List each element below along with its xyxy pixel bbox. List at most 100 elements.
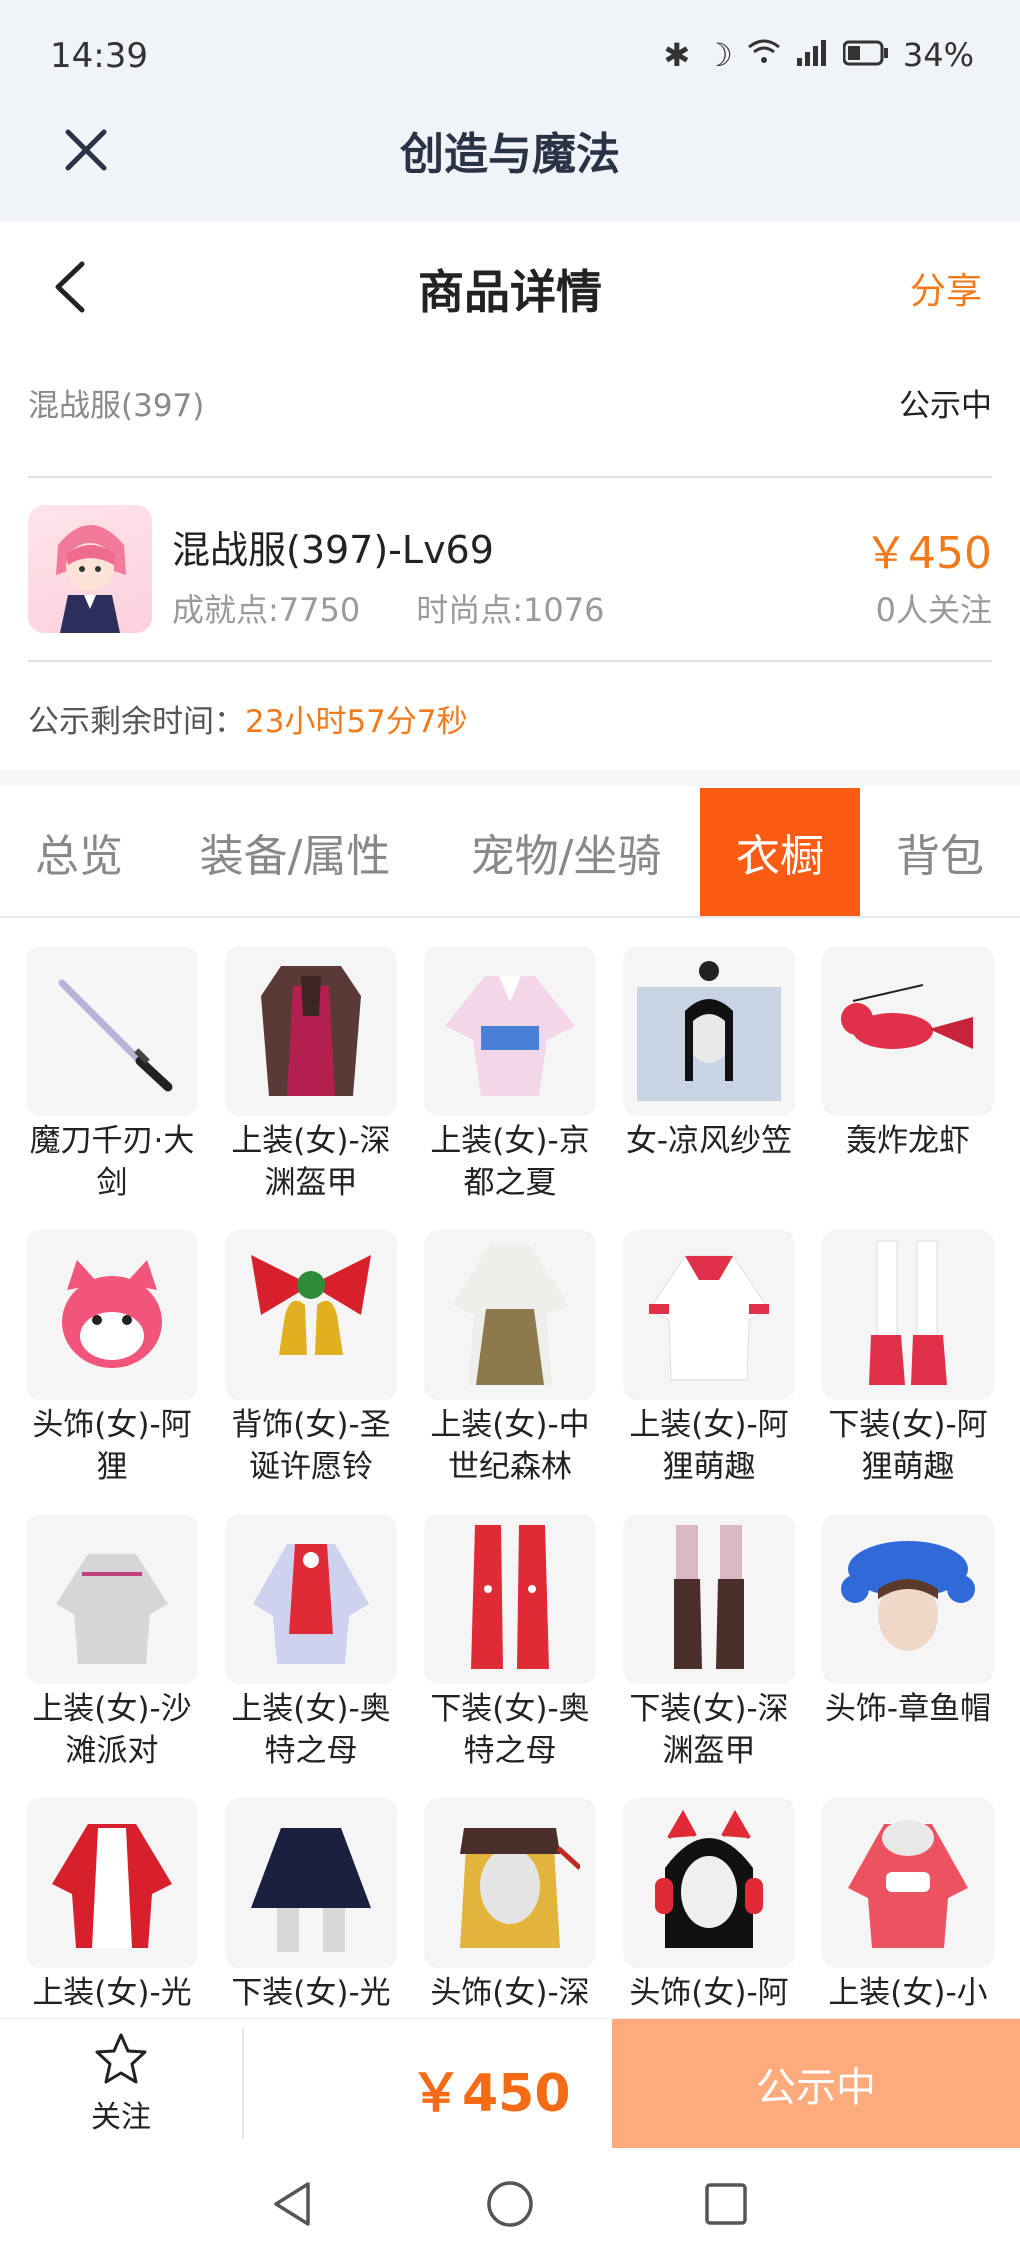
list-item[interactable]: 上装(女)-光: [26, 1798, 198, 2020]
item-label: 魔刀千刃·大剑: [29, 1123, 195, 1201]
sword-icon: [26, 946, 198, 1116]
tab-backpack[interactable]: 背包: [860, 788, 1020, 916]
character-stats: 成就点:7750 时尚点:1076: [172, 585, 604, 631]
list-item[interactable]: 上装(女)-小: [822, 1798, 994, 2020]
character-avatar: [28, 505, 152, 633]
countdown-label: 公示剩余时间：: [28, 704, 245, 740]
fashion-points: 时尚点:1076: [416, 591, 605, 629]
character-price: ￥450: [864, 528, 992, 579]
list-item[interactable]: 背饰(女)-圣诞许愿铃: [225, 1230, 397, 1485]
tab-equipment[interactable]: 装备/属性: [158, 788, 432, 916]
item-label: 轰炸龙虾: [846, 1123, 970, 1159]
status-time: 14:39: [50, 36, 148, 76]
list-item[interactable]: 下装(女)-光: [225, 1798, 397, 2020]
system-nav-bar: [0, 2148, 1020, 2255]
item-label: 上装(女)-深渊盔甲: [231, 1123, 391, 1201]
moon-icon: ☽: [704, 36, 733, 74]
tab-bar: 总览 装备/属性 宠物/坐骑 衣橱 背包: [0, 788, 1020, 918]
list-item[interactable]: 头饰(女)-阿: [623, 1798, 795, 2020]
list-item[interactable]: 上装(女)-阿狸萌趣: [623, 1230, 795, 1485]
bluetooth-icon: ✱: [663, 36, 691, 74]
app-title: 创造与魔法: [400, 129, 620, 180]
skirt-icon: [225, 1798, 397, 1968]
list-item[interactable]: 魔刀千刃·大剑: [26, 946, 198, 1201]
suit-top-icon: [225, 1514, 397, 1684]
wardrobe-grid: 魔刀千刃·大剑 上装(女)-深渊盔甲 上装(女)-京都之夏 女-凉风纱笠 轰炸龙…: [26, 946, 1002, 2020]
list-item[interactable]: 上装(女)-京都之夏: [424, 946, 596, 1201]
item-label: 上装(女)-京都之夏: [430, 1123, 590, 1201]
divider: [28, 660, 992, 662]
list-item[interactable]: 女-凉风纱笠: [623, 946, 795, 1200]
back-triangle-icon[interactable]: [266, 2176, 322, 2232]
item-label: 头饰(女)-阿: [629, 1975, 789, 2011]
item-label: 头饰(女)-阿狸: [32, 1407, 192, 1485]
signal-icon: [795, 36, 829, 74]
follow-button[interactable]: 关注: [0, 2019, 242, 2149]
battery-icon: [842, 36, 889, 74]
fox-head-icon: [26, 1230, 198, 1400]
jacket-icon: [623, 1230, 795, 1400]
list-item[interactable]: 上装(女)-沙滩派对: [26, 1514, 198, 1769]
achievement-points: 成就点:7750: [172, 591, 361, 629]
item-label: 头饰(女)-深: [430, 1975, 590, 2011]
status-icons: ✱ ☽ 34%: [663, 36, 974, 74]
blonde-hair-icon: [424, 1798, 596, 1968]
battery-percent: 34%: [902, 36, 974, 74]
server-status: 公示中: [899, 388, 992, 424]
item-label: 上装(女)-奥特之母: [231, 1691, 391, 1769]
item-label: 上装(女)-光: [32, 1975, 192, 2011]
list-item[interactable]: 头饰(女)-阿狸: [26, 1230, 198, 1485]
list-item[interactable]: 下装(女)-奥特之母: [424, 1514, 596, 1769]
item-label: 下装(女)-深渊盔甲: [629, 1691, 789, 1769]
countdown-value: 23小时57分7秒: [245, 704, 468, 740]
list-item[interactable]: 下装(女)-阿狸萌趣: [822, 1230, 994, 1485]
page-title: 商品详情: [418, 265, 602, 319]
server-name: 混战服(397): [28, 388, 205, 424]
star-icon: [93, 2032, 149, 2090]
bell-icon: [225, 1230, 397, 1400]
tab-overview[interactable]: 总览: [0, 788, 158, 916]
wifi-icon: [747, 36, 781, 74]
item-label: 下装(女)-光: [231, 1975, 391, 2011]
bottom-bar: 关注 ￥450 公示中: [0, 2018, 1020, 2149]
lobster-icon: [822, 946, 994, 1116]
top-icon: [26, 1514, 198, 1684]
octopus-hat-icon: [822, 1514, 994, 1684]
item-label: 背饰(女)-圣诞许愿铃: [231, 1407, 391, 1485]
list-item[interactable]: 上装(女)-奥特之母: [225, 1514, 397, 1769]
list-item[interactable]: 上装(女)-深渊盔甲: [225, 946, 397, 1201]
home-circle-icon[interactable]: [482, 2176, 538, 2232]
character-card[interactable]: 混战服(397)-Lv69 成就点:7750 时尚点:1076 ￥450 0人关…: [28, 505, 992, 633]
page-header: 商品详情 分享: [0, 222, 1020, 352]
boots-icon: [822, 1230, 994, 1400]
follower-count: 0人关注: [875, 591, 992, 629]
divider: [242, 2027, 244, 2139]
divider: [28, 476, 992, 478]
list-item[interactable]: 头饰-章鱼帽: [822, 1514, 994, 1768]
list-item[interactable]: 头饰(女)-深: [424, 1798, 596, 2020]
share-button[interactable]: 分享: [910, 262, 982, 314]
veil-hat-icon: [623, 946, 795, 1116]
tab-wardrobe[interactable]: 衣橱: [700, 788, 860, 916]
public-status-button[interactable]: 公示中: [612, 2019, 1020, 2149]
hoodie-icon: [822, 1798, 994, 1968]
server-row: 混战服(397) 公示中: [28, 380, 992, 425]
recents-square-icon[interactable]: [698, 2176, 754, 2232]
follow-label: 关注: [91, 2100, 151, 2135]
red-jacket-icon: [26, 1798, 198, 1968]
list-item[interactable]: 下装(女)-深渊盔甲: [623, 1514, 795, 1769]
character-name: 混战服(397)-Lv69: [172, 528, 494, 572]
kimono-icon: [424, 946, 596, 1116]
dark-boots-icon: [623, 1514, 795, 1684]
item-label: 女-凉风纱笠: [625, 1123, 793, 1159]
countdown-row: 公示剩余时间：23小时57分7秒: [28, 696, 468, 741]
list-item[interactable]: 上装(女)-中世纪森林: [424, 1230, 596, 1485]
item-label: 上装(女)-小: [828, 1975, 988, 2011]
section-gap: [0, 770, 1020, 786]
item-label: 下装(女)-阿狸萌趣: [828, 1407, 988, 1485]
item-label: 头饰-章鱼帽: [824, 1691, 992, 1727]
list-item[interactable]: 轰炸龙虾: [822, 946, 994, 1200]
armor-top-icon: [225, 946, 397, 1116]
tab-pets[interactable]: 宠物/坐骑: [432, 788, 700, 916]
dress-icon: [424, 1230, 596, 1400]
